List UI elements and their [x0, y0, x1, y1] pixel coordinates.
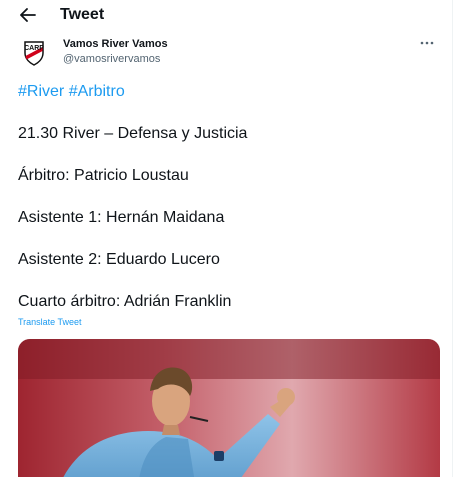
tweet-line-assistant-1: Asistente 1: Hernán Maidana [18, 209, 225, 226]
author-display-name[interactable]: Vamos River Vamos [63, 38, 168, 51]
translate-tweet-link[interactable]: Translate Tweet [18, 317, 82, 327]
author-handle[interactable]: @vamosrivervamos [63, 52, 168, 66]
avatar[interactable]: CARP [17, 34, 51, 68]
tweet-line-referee: Árbitro: Patricio Loustau [18, 167, 189, 184]
svg-text:CARP: CARP [24, 45, 44, 52]
tweet-line-match: 21.30 River – Defensa y Justicia [18, 125, 248, 142]
tweet-text: #River #Arbitro 21.30 River – Defensa y … [0, 82, 452, 312]
author-row: CARP Vamos River Vamos @vamosrivervamos [0, 30, 452, 82]
referee-photo-icon [18, 339, 440, 477]
tweet-line-fourth-official: Cuarto árbitro: Adrián Franklin [18, 293, 232, 310]
more-options-button[interactable] [416, 36, 438, 50]
river-crest-icon: CARP [17, 34, 51, 68]
tweet-page: Tweet CARP Vamos River Vamos @vamosriver… [0, 0, 453, 477]
tweet-line-assistant-2: Asistente 2: Eduardo Lucero [18, 251, 220, 268]
page-title: Tweet [60, 6, 105, 23]
author-names: Vamos River Vamos @vamosrivervamos [63, 34, 168, 66]
tweet-media-photo[interactable] [18, 339, 440, 477]
hashtag-river[interactable]: #River [18, 83, 64, 100]
back-button[interactable] [18, 5, 38, 25]
hashtag-arbitro[interactable]: #Arbitro [69, 83, 125, 100]
header-bar: Tweet [0, 0, 452, 30]
arrow-left-icon [20, 8, 36, 22]
more-horizontal-icon [420, 41, 434, 45]
hashtag-line: #River #Arbitro [18, 82, 452, 102]
